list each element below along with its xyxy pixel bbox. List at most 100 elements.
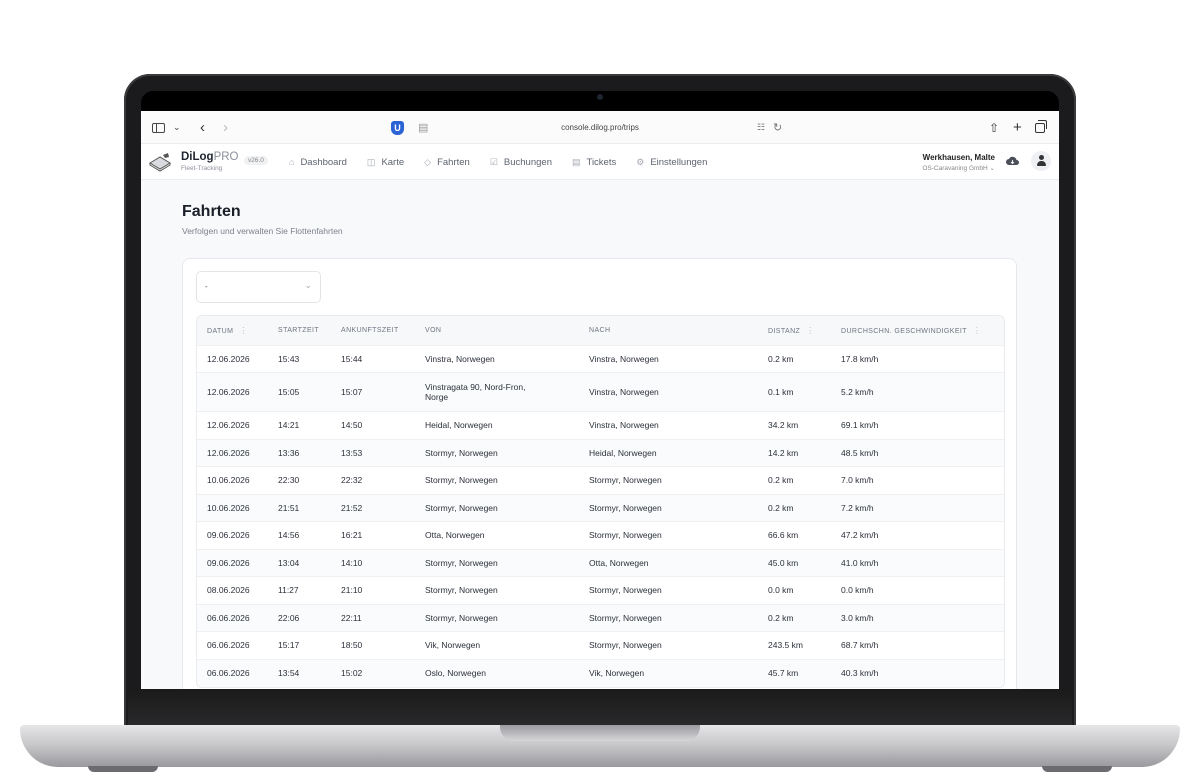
cell-startzeit: 14:56 (268, 521, 331, 549)
forward-arrow-icon[interactable]: › (223, 111, 228, 144)
column-header-geschwindigkeit[interactable]: DURCHSCHN. GESCHWINDIGKEIT ⋮ (831, 316, 1004, 345)
column-menu-icon[interactable]: ⋮ (806, 326, 814, 335)
cell-startzeit: 14:21 (268, 411, 331, 439)
cell-datum: 06.06.2026 (197, 658, 268, 687)
cell-datum-text: 09.06.2026 (207, 557, 250, 568)
cell-geschwindigkeit-text: 68.7 km/h (841, 640, 879, 651)
cell-von: Heidal, Norwegen (415, 411, 579, 439)
cell-von-text: Vinstra, Norwegen (425, 353, 495, 364)
cell-geschwindigkeit-text: 5.2 km/h (841, 387, 874, 397)
cell-von-text: Vik, Norwegen (425, 640, 481, 651)
reload-icon[interactable]: ↻ (773, 111, 782, 144)
brand-name-main: DiLog (181, 151, 214, 163)
cell-distanz: 0.2 km (758, 603, 831, 632)
cell-von-text: Stormyr, Norwegen (425, 557, 498, 568)
cell-nach: Vinstra, Norwegen (579, 411, 758, 439)
logo-icon (149, 153, 171, 172)
organization-select[interactable]: OS-Caravaning GmbH ⌄ (922, 164, 995, 172)
nav-fahrten[interactable]: ◇ Fahrten (424, 157, 470, 168)
cell-distanz-text: 45.0 km (768, 557, 799, 568)
nav-tickets[interactable]: ▤ Tickets (572, 157, 616, 168)
cell-von: Vinstragata 90, Nord-Fron, Norge (415, 372, 579, 412)
cell-nach-text: Vinstra, Norwegen (589, 353, 659, 364)
home-icon: ⌂ (289, 157, 295, 167)
cell-startzeit-text: 15:17 (278, 640, 300, 651)
column-header-von[interactable]: VON (415, 316, 579, 345)
cell-geschwindigkeit-text: 47.2 km/h (841, 530, 879, 541)
share-icon[interactable]: ⇧ (989, 111, 999, 144)
cell-nach: Heidal, Norwegen (579, 438, 758, 467)
table-row[interactable]: 10.06.2026 22:30 22:32 Stormyr, Norwegen Sto… (197, 466, 1004, 494)
nav-label: Buchungen (503, 156, 552, 168)
column-header-nach[interactable]: NACH (579, 316, 758, 345)
table-row[interactable]: 10.06.2026 21:51 21:52 Stormyr, Norwegen Sto… (197, 493, 1004, 522)
column-header-distanz[interactable]: DISTANZ ⋮ (758, 316, 831, 345)
screen: ⌄ ‹ › U ▤ console.dilog.pro/trips ☷ ↻ ⇧ … (141, 111, 1059, 689)
cell-datum: 10.06.2026 (197, 493, 268, 522)
cloud-icon[interactable] (1006, 155, 1019, 166)
cell-ankunftszeit-text: 22:32 (341, 475, 363, 486)
column-header-datum[interactable]: DATUM ⋮ (197, 316, 268, 345)
user-avatar-icon[interactable] (1031, 151, 1051, 171)
table-row[interactable]: 12.06.2026 15:43 15:44 Vinstra, Norwegen Vin… (197, 344, 1004, 373)
brand-name[interactable]: DiLogPRO (181, 151, 239, 163)
back-arrow-icon[interactable]: ‹ (200, 111, 205, 144)
nav-buchungen[interactable]: ☑ Buchungen (490, 157, 552, 168)
cell-von: Oslo, Norwegen (415, 658, 579, 687)
table-row[interactable]: 09.06.2026 13:04 14:10 Stormyr, Norwegen Ott… (197, 548, 1004, 577)
cell-von: Stormyr, Norwegen (415, 576, 579, 604)
address-bar[interactable]: console.dilog.pro/trips (141, 111, 1059, 144)
nav-dashboard[interactable]: ⌂ Dashboard (289, 157, 347, 168)
nav-label: Tickets (586, 156, 617, 168)
user-name[interactable]: Werkhausen, Malte (923, 153, 995, 162)
brand-subtitle: Fleet-Tracking (181, 165, 223, 172)
table-row[interactable]: 12.06.2026 14:21 14:50 Heidal, Norwegen Vins… (197, 411, 1004, 439)
table-row[interactable]: 06.06.2026 15:17 18:50 Vik, Norwegen Stormyr… (197, 631, 1004, 659)
sidebar-toggle-icon[interactable] (152, 111, 165, 144)
column-menu-icon[interactable]: ⋮ (973, 326, 981, 335)
table-row[interactable]: 09.06.2026 14:56 16:21 Otta, Norwegen Stormy… (197, 521, 1004, 549)
trips-card: - ⌄ DATUM ⋮ STARTZEIT ANKUNFTSZEIT VON NA… (182, 258, 1017, 689)
cell-startzeit-text: 21:51 (278, 502, 300, 513)
cell-distanz-text: 0.0 km (768, 585, 794, 596)
tabs-overview-icon[interactable] (1035, 111, 1047, 144)
cell-von: Stormyr, Norwegen (415, 438, 579, 467)
table-row[interactable]: 12.06.2026 15:05 15:07 Vinstragata 90, Nord… (197, 372, 1004, 412)
cell-startzeit-text: 22:06 (278, 612, 300, 623)
route-icon: ◇ (424, 156, 432, 167)
cell-distanz-text: 0.1 km (768, 387, 794, 397)
column-header-startzeit[interactable]: STARTZEIT (268, 316, 331, 345)
column-header-ankunftszeit[interactable]: ANKUNFTSZEIT (331, 316, 415, 345)
nav-karte[interactable]: ◫ Karte (367, 157, 404, 168)
cell-datum: 12.06.2026 (197, 438, 268, 467)
nav-label: Einstellungen (650, 156, 708, 168)
cell-startzeit-text: 15:05 (278, 387, 300, 397)
chevron-down-icon[interactable]: ⌄ (173, 111, 181, 144)
cell-nach: Stormyr, Norwegen (579, 603, 758, 632)
cell-nach-text: Heidal, Norwegen (589, 447, 657, 458)
new-tab-icon[interactable]: + (1013, 111, 1022, 144)
nav-einstellungen[interactable]: ⚙ Einstellungen (636, 157, 707, 168)
reader-icon[interactable]: ▤ (418, 111, 428, 144)
cell-ankunftszeit: 13:53 (331, 438, 415, 467)
vehicle-filter-select[interactable]: - ⌄ (196, 271, 321, 303)
laptop-base-notch (500, 725, 700, 741)
table-row[interactable]: 12.06.2026 13:36 13:53 Stormyr, Norwegen Hei… (197, 438, 1004, 467)
cell-ankunftszeit: 14:10 (331, 548, 415, 577)
cell-von-text: Stormyr, Norwegen (425, 447, 498, 458)
password-manager-shield-icon[interactable]: U (391, 111, 404, 144)
cell-distanz: 0.1 km (758, 372, 831, 412)
header-label: DATUM (207, 327, 234, 335)
cell-nach-text: Stormyr, Norwegen (589, 612, 662, 623)
cell-ankunftszeit-text: 21:10 (341, 585, 363, 596)
table-row[interactable]: 08.06.2026 11:27 21:10 Stormyr, Norwegen Sto… (197, 576, 1004, 604)
cell-datum: 06.06.2026 (197, 603, 268, 632)
cell-ankunftszeit: 15:44 (331, 344, 415, 373)
browser-toolbar: ⌄ ‹ › U ▤ console.dilog.pro/trips ☷ ↻ ⇧ … (141, 111, 1059, 144)
translate-icon[interactable]: ☷ (757, 111, 765, 144)
cell-nach-text: Stormyr, Norwegen (589, 640, 662, 651)
cell-nach: Stormyr, Norwegen (579, 631, 758, 659)
table-row[interactable]: 06.06.2026 13:54 15:02 Oslo, Norwegen Vik, N… (197, 658, 1004, 687)
table-row[interactable]: 06.06.2026 22:06 22:11 Stormyr, Norwegen Sto… (197, 603, 1004, 632)
column-menu-icon[interactable]: ⋮ (239, 326, 247, 335)
